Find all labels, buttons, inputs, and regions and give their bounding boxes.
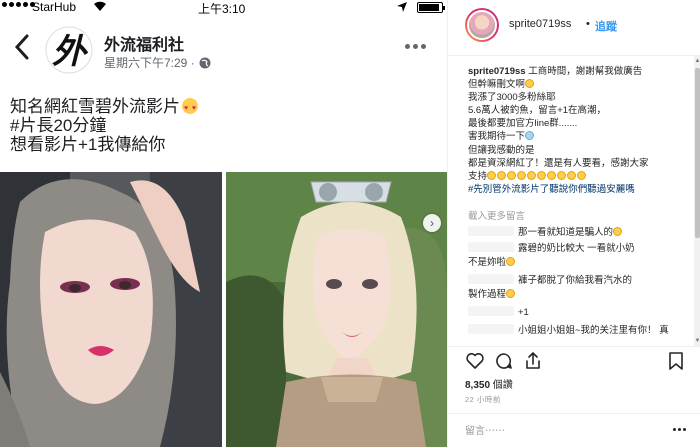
grinning-emoji-icon: [547, 170, 557, 180]
comment-username-redacted[interactable]: [468, 274, 514, 284]
likes-count[interactable]: 8,350 個讚: [465, 376, 513, 391]
action-bar: [448, 346, 700, 374]
grinning-emoji-icon: [506, 289, 516, 298]
post-timestamp[interactable]: 星期六下午7:29 ·: [104, 54, 195, 71]
caption-line: 工商時間，謝謝幫我做廣告: [525, 66, 643, 77]
comment-text: 製作過程: [468, 289, 507, 300]
avatar[interactable]: [465, 8, 499, 42]
grinning-emoji-icon: [577, 170, 587, 180]
more-options-icon[interactable]: [405, 44, 426, 49]
caption-line: 我漲了3000多粉絲耶: [468, 92, 556, 104]
carrier-name: StarHub: [32, 0, 77, 14]
ios-status-bar: StarHub 上午3:10: [0, 0, 447, 16]
add-comment-input[interactable]: [465, 422, 665, 440]
comment-icon[interactable]: [494, 351, 514, 371]
post-header: 外 外流福利社 星期六下午7:29 ·: [0, 22, 447, 78]
likes-number[interactable]: 8,350: [465, 380, 490, 391]
comment-username-redacted[interactable]: [468, 324, 514, 334]
grinning-emoji-icon: [567, 170, 577, 180]
grinning-emoji-icon: [613, 227, 623, 236]
header-separator: •: [586, 18, 590, 30]
load-more-comments-link[interactable]: 載入更多留言: [468, 208, 525, 222]
signal-strength-icon: [2, 2, 35, 7]
grinning-emoji-icon: [557, 170, 567, 180]
facebook-post-screenshot: StarHub 上午3:10 外 外流福利社 星期六下午7:29 · 知名網紅雪…: [0, 0, 447, 447]
scrollbar-thumb[interactable]: [695, 68, 700, 238]
grinning-emoji-icon: [527, 170, 537, 180]
wifi-icon: [94, 1, 106, 11]
grinning-emoji-icon: [517, 170, 527, 180]
back-chevron-icon[interactable]: [10, 32, 34, 62]
grinning-emoji-icon: [497, 170, 507, 180]
page-logo[interactable]: 外: [45, 26, 93, 74]
caption-line: 但幹嘛刪文啊: [468, 79, 526, 91]
caption-line: 害我期待一下: [468, 131, 526, 143]
caption-line: 但讓我感動的是: [468, 144, 535, 156]
caption-line: 最後都要加官方line群.......: [468, 118, 578, 130]
post-text-line-2: #片長20分鐘: [10, 116, 107, 135]
follow-button[interactable]: 追蹤: [595, 18, 617, 34]
caption-hashtag[interactable]: #先別管外流影片了聽說你們聽過安麗嗎: [468, 183, 690, 196]
comment-item: 褲子都脫了你給我看汽水的 製作過程: [468, 274, 690, 302]
grinning-emoji-icon: [507, 170, 517, 180]
clock-time: 上午3:10: [198, 2, 246, 16]
post-meta: 星期六下午7:29 ·: [104, 54, 211, 71]
comment-username-redacted[interactable]: [468, 226, 514, 236]
post-time-ago[interactable]: 22 小時前: [465, 394, 501, 405]
heart-icon[interactable]: [465, 351, 485, 371]
grinning-emoji-icon: [506, 257, 516, 266]
comment-item: +1: [468, 306, 690, 320]
comment-text: +1: [518, 307, 529, 318]
svg-text:外: 外: [52, 32, 89, 72]
post-text: 知名網紅雪碧外流影片 #片長20分鐘 想看影片+1我傳給你: [10, 97, 198, 154]
post-text-line-1: 知名網紅雪碧外流影片: [10, 97, 198, 118]
comment-text: 褲子都脫了你給我看汽水的: [518, 275, 633, 286]
location-arrow-icon: [397, 2, 407, 12]
scream-emoji-icon: [525, 131, 535, 141]
comment-item: 露碧的奶比較大 一看就小奶 不是妳啦: [468, 242, 690, 270]
caption-line: 都是資深網紅了！還是有人要看，感謝大家: [468, 157, 649, 169]
bookmark-icon[interactable]: [666, 351, 686, 371]
instagram-post-panel: sprite0719ss • 追蹤 sprite0719ss 工商時間，謝謝幫我…: [447, 0, 700, 447]
comment-item: 小姐姐小姐姐~我的关注里有你！ 真: [468, 324, 690, 338]
more-options-icon[interactable]: [673, 428, 686, 431]
post-caption: sprite0719ss 工商時間，謝謝幫我做廣告 但幹嘛刪文啊 我漲了3000…: [468, 65, 690, 196]
battery-icon: [417, 2, 445, 13]
comment-text: 不是妳啦: [468, 257, 507, 268]
post-text-line-3: 想看影片+1我傳給你: [10, 135, 166, 154]
grinning-emoji-icon: [487, 170, 497, 180]
heart-eyes-emoji-icon: [182, 98, 198, 118]
comment-username-redacted[interactable]: [468, 306, 514, 316]
scroll-down-arrow-icon[interactable]: ▼: [694, 338, 700, 344]
caption-line: 5.6萬人被釣魚，留言+1在高潮，: [468, 105, 607, 117]
caption-username[interactable]: sprite0719ss: [468, 66, 526, 77]
globe-icon: [199, 57, 211, 68]
post-photo-1[interactable]: [0, 172, 222, 447]
grinning-emoji-icon: [537, 170, 547, 180]
grinning-emoji-icon: [525, 79, 535, 89]
caption-line: 支持: [468, 170, 488, 182]
instagram-header: sprite0719ss • 追蹤: [448, 0, 700, 56]
comment-text: 小姐姐小姐姐~我的关注里有你！ 真: [518, 325, 669, 336]
share-icon[interactable]: [523, 351, 543, 371]
add-comment-bar: [448, 413, 700, 447]
comments-area: sprite0719ss 工商時間，謝謝幫我做廣告 但幹嘛刪文啊 我漲了3000…: [448, 56, 694, 346]
carousel-next-arrow-icon[interactable]: ›: [423, 214, 441, 232]
comment-username-redacted[interactable]: [468, 242, 514, 252]
comment-text: 露碧的奶比較大 一看就小奶: [518, 243, 635, 254]
likes-label: 個讚: [490, 380, 513, 391]
post-photo-2[interactable]: [226, 172, 447, 447]
scroll-up-arrow-icon[interactable]: ▲: [694, 58, 700, 64]
comments-scrollbar[interactable]: ▲ ▼: [694, 56, 700, 346]
battery-level-fill: [419, 4, 440, 11]
page-name[interactable]: 外流福利社: [104, 31, 184, 55]
header-username[interactable]: sprite0719ss: [509, 18, 571, 30]
comment-text: 那一看就知道是騙人的: [518, 227, 614, 238]
comment-item: 那一看就知道是騙人的: [468, 226, 690, 240]
